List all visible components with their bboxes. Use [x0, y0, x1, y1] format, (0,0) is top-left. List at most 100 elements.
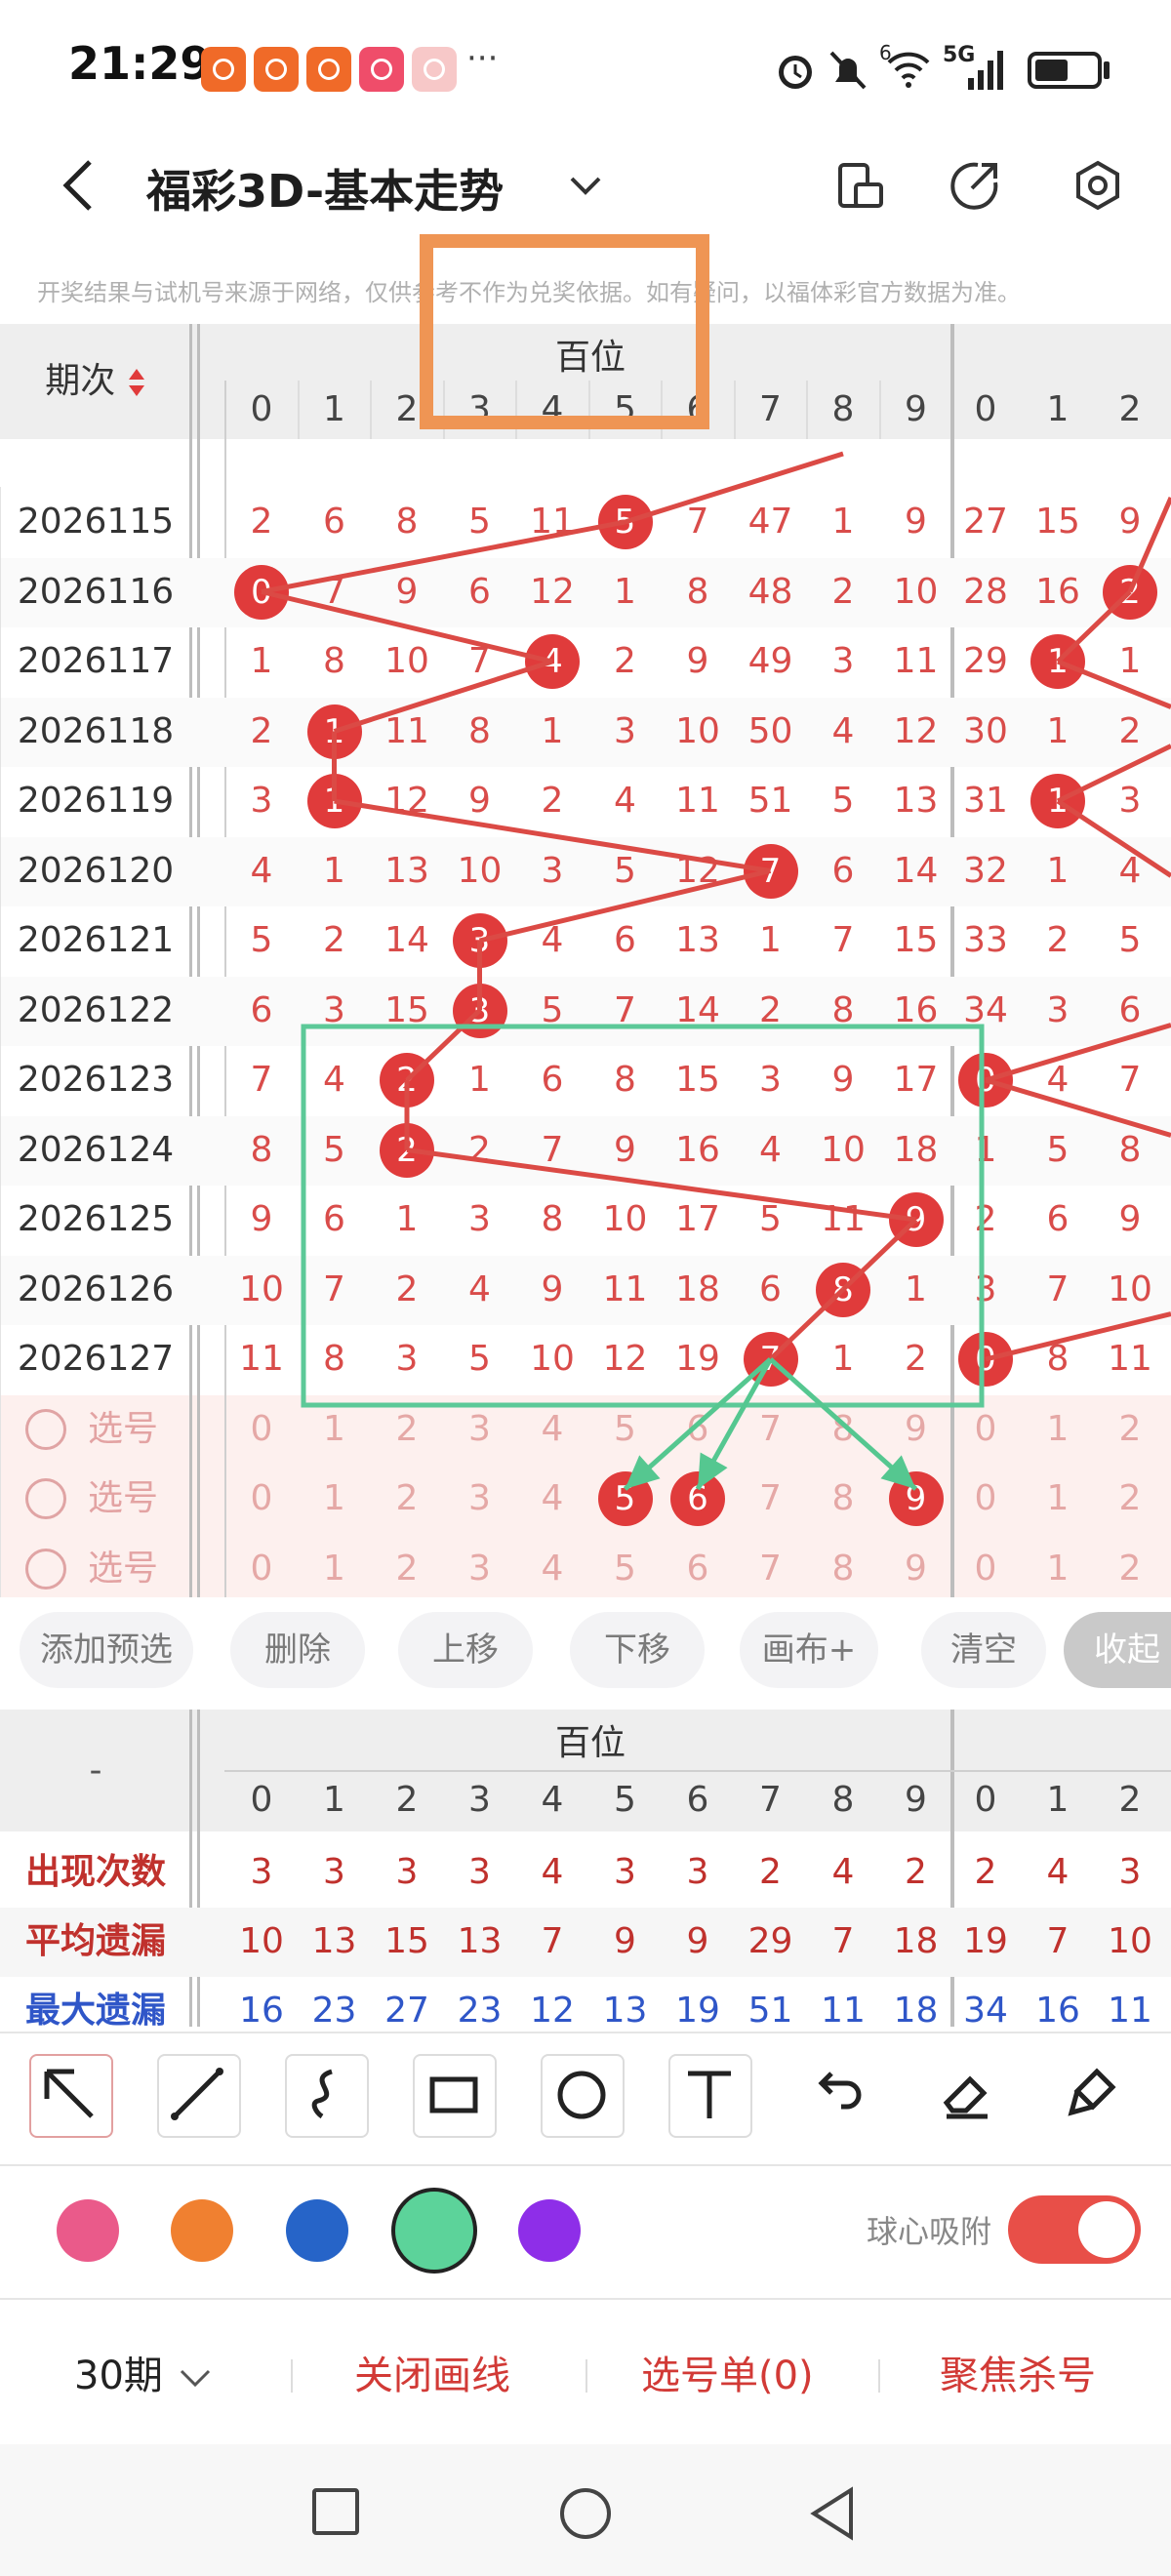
stat-value: 9	[686, 1921, 709, 1961]
close-lines-button[interactable]: 关闭画线	[354, 2342, 510, 2410]
stat-value: 4	[541, 1852, 564, 1892]
stat-value: 29	[747, 1921, 793, 1961]
alarm-icon	[779, 56, 812, 89]
action-button[interactable]: 收起	[1064, 1612, 1171, 1688]
eraser-button[interactable]	[927, 2054, 1011, 2138]
trend-line	[985, 1077, 1171, 1138]
action-button[interactable]: 添加预选	[20, 1612, 193, 1688]
stat-value: 3	[468, 1852, 491, 1892]
color-swatch[interactable]	[391, 2188, 477, 2274]
stat-value: 51	[747, 1991, 793, 2027]
stat-value: 2	[905, 1852, 927, 1892]
settings-icon[interactable]	[1071, 159, 1124, 212]
color-swatch[interactable]	[518, 2199, 581, 2262]
stat-value: 27	[384, 1991, 429, 2027]
circle-tool-button[interactable]	[541, 2054, 625, 2138]
trend-line	[405, 1008, 482, 1082]
notification-app-icon	[201, 47, 246, 92]
stat-value: 15	[384, 1921, 429, 1961]
recent-apps-icon[interactable]	[310, 2486, 361, 2537]
stat-value: 11	[821, 1991, 866, 2027]
stats-section-label: 百位	[554, 1723, 626, 1763]
curve-tool-icon	[311, 2069, 333, 2119]
brush-button[interactable]	[1054, 2054, 1138, 2138]
trend-line	[768, 1287, 845, 1361]
toggle-knob	[1078, 2201, 1135, 2258]
status-bar: 21:29 ··· 6 5G	[0, 0, 1171, 137]
pick-list-button[interactable]: 选号单(0)	[641, 2342, 814, 2410]
color-swatch[interactable]	[171, 2199, 233, 2262]
digit-header: 0	[250, 1780, 273, 1820]
stat-value: 7	[831, 1921, 855, 1961]
stat-value: 3	[323, 1852, 345, 1892]
phone-orientation-icon[interactable]	[834, 159, 887, 212]
trend-line	[1056, 744, 1171, 804]
line-tool-button[interactable]	[157, 2054, 241, 2138]
circle-tool-icon	[557, 2071, 606, 2119]
action-button[interactable]: 上移	[398, 1612, 533, 1688]
separator	[291, 2359, 293, 2393]
trend-line	[261, 519, 626, 594]
stat-label: 平均遗漏	[24, 1921, 166, 1961]
stat-value: 16	[1035, 1991, 1080, 2027]
stat-value: 16	[239, 1991, 284, 2027]
stat-value: 19	[963, 1921, 1008, 1961]
color-swatch[interactable]	[57, 2199, 119, 2262]
eraser-icon	[943, 2075, 988, 2119]
back-nav-icon[interactable]	[808, 2486, 859, 2541]
share-icon[interactable]	[949, 159, 1001, 212]
snap-toggle[interactable]	[1008, 2195, 1141, 2264]
stat-value: 19	[675, 1991, 720, 2027]
color-swatch[interactable]	[286, 2199, 348, 2262]
grid-divider	[197, 1710, 200, 2027]
period-select[interactable]: 30期	[74, 2342, 215, 2410]
undo-button[interactable]	[798, 2054, 882, 2138]
action-button[interactable]: 画布+	[740, 1612, 878, 1688]
more-notifications: ···	[466, 39, 499, 78]
trend-line	[333, 659, 553, 734]
digit-header: 5	[614, 1780, 636, 1820]
stat-value: 10	[1108, 1921, 1152, 1961]
arrow-tool-button[interactable]	[29, 2054, 113, 2138]
next-digit-header: 1	[1046, 1780, 1070, 1820]
chevron-down-icon[interactable]	[566, 171, 605, 200]
stat-value: 13	[602, 1991, 648, 2027]
home-icon[interactable]	[558, 2486, 613, 2541]
stat-value: 18	[893, 1991, 939, 2027]
trend-line	[261, 589, 553, 664]
stat-value: 4	[831, 1852, 855, 1892]
digit-header: 3	[468, 1780, 491, 1820]
action-button[interactable]: 删除	[230, 1612, 365, 1688]
back-icon[interactable]	[57, 156, 101, 215]
trend-line	[478, 868, 772, 944]
wifi-icon	[887, 52, 930, 88]
trend-line	[334, 798, 771, 873]
page-title: 福彩3D-基本走势	[146, 165, 505, 218]
stat-value: 7	[1046, 1921, 1070, 1961]
rectangle-tool-button[interactable]	[413, 2054, 497, 2138]
trend-line	[1127, 497, 1171, 593]
digit-header: 7	[759, 1780, 782, 1820]
curve-tool-button[interactable]	[285, 2054, 369, 2138]
period-select-label: 30期	[74, 2354, 163, 2398]
focus-kill-button[interactable]: 聚焦杀号	[940, 2342, 1096, 2410]
stat-value: 34	[963, 1991, 1008, 2027]
line-tool-icon	[171, 2068, 223, 2120]
divider	[0, 2298, 1171, 2300]
stat-value: 7	[541, 1921, 564, 1961]
undo-icon	[818, 2072, 862, 2110]
digit-header: 9	[905, 1780, 927, 1820]
stat-value: 3	[1118, 1852, 1142, 1892]
action-button[interactable]: 下移	[570, 1612, 705, 1688]
battery-icon	[1028, 52, 1102, 89]
stat-value: 18	[893, 1921, 939, 1961]
trend-line	[624, 451, 844, 525]
stat-value: 13	[311, 1921, 357, 1961]
stat-value: 2	[974, 1852, 997, 1892]
text-tool-button[interactable]	[668, 2054, 752, 2138]
trend-line	[406, 1147, 916, 1223]
stat-label: 最大遗漏	[24, 1991, 166, 2027]
status-time: 21:29	[68, 37, 212, 90]
action-button[interactable]: 清空	[921, 1612, 1046, 1688]
orange-rectangle-annotation[interactable]	[420, 234, 709, 429]
